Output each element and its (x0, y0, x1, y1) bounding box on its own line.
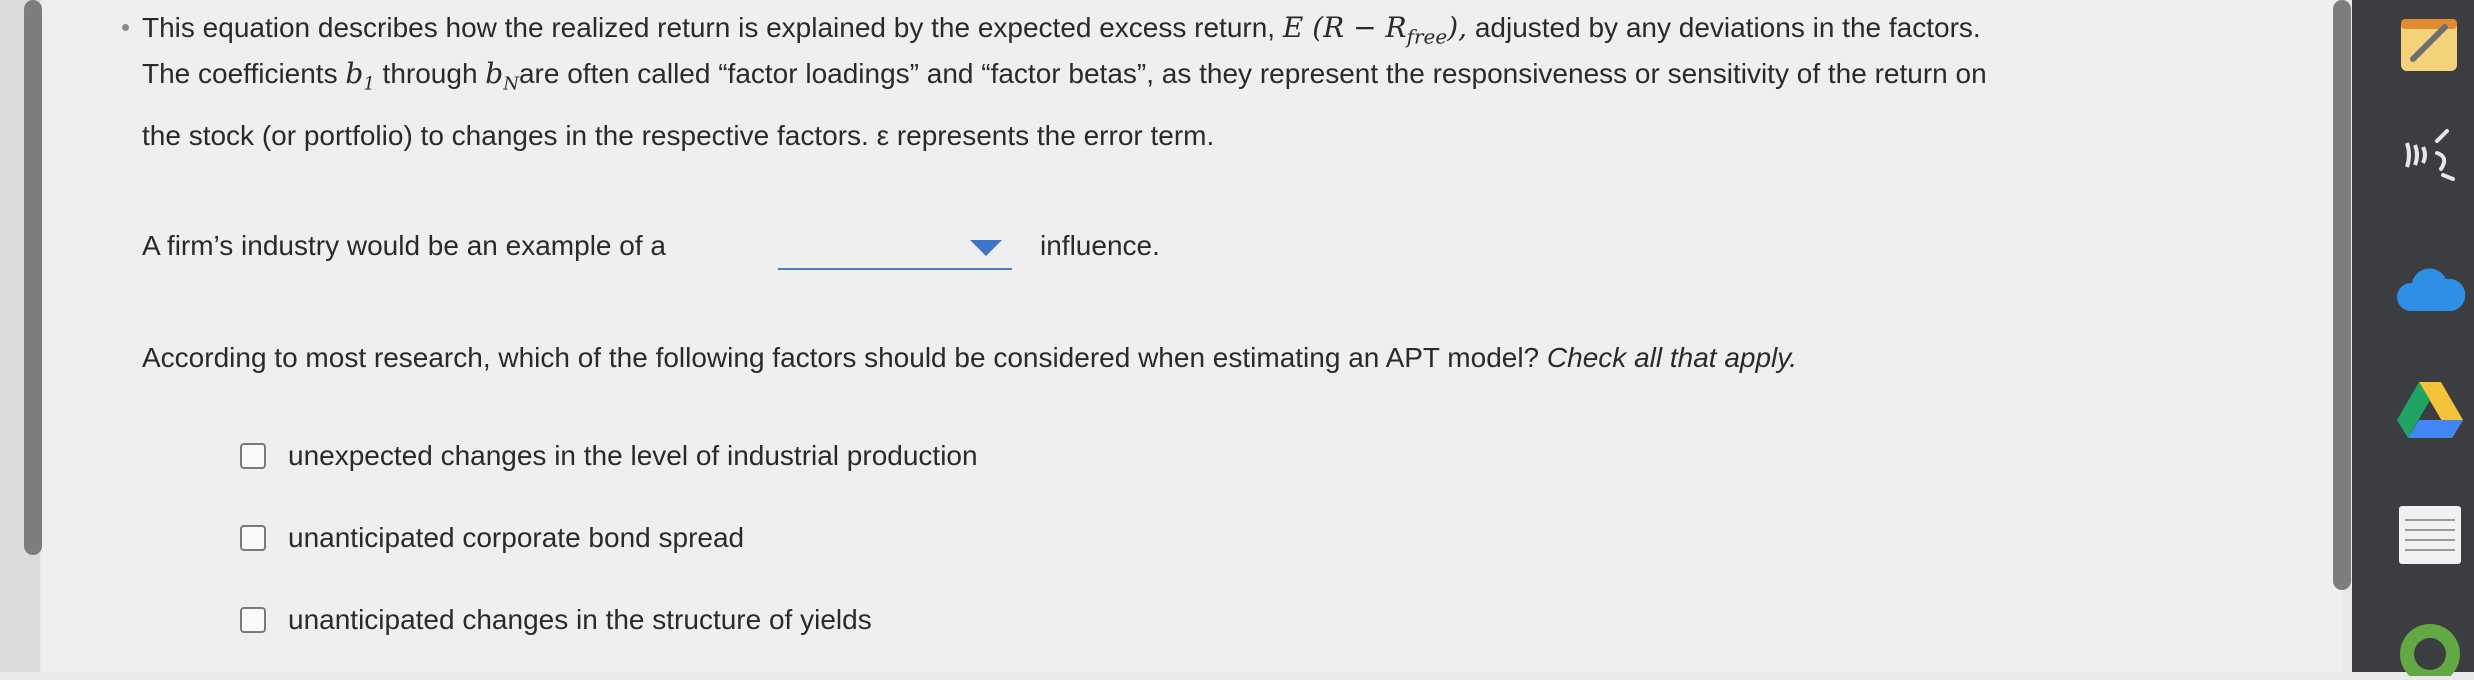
instruction-text: Check all that apply. (1546, 342, 1797, 373)
document-icon[interactable] (2392, 500, 2468, 570)
dropdown-arrow-icon[interactable] (970, 240, 1002, 256)
math-expression: E (R − Rfree), (1282, 11, 1468, 49)
drive-icon[interactable] (2392, 376, 2468, 446)
option-label: unexpected changes in the level of indus… (288, 440, 978, 471)
option-label: unanticipated corporate bond spread (288, 522, 745, 553)
wifi-scan-icon[interactable] (2392, 122, 2468, 192)
option-yield-structure[interactable]: unanticipated changes in the structure o… (240, 600, 872, 640)
influence-dropdown[interactable] (778, 232, 1012, 270)
checkbox[interactable] (240, 443, 266, 469)
notes-icon[interactable] (2392, 10, 2468, 80)
checkbox[interactable] (240, 607, 266, 633)
paragraph-line-3: the stock (or portfolio) to changes in t… (142, 120, 1215, 151)
checkbox[interactable] (240, 525, 266, 551)
question2-prompt: According to most research, which of the… (142, 342, 1797, 373)
paragraph-text: This equation describes how the realized… (142, 12, 1276, 43)
paragraph-line-2: The coefficients b1 through bNare often … (142, 57, 1987, 95)
bN-symbol: bN (485, 57, 519, 95)
question1-pre: A firm’s industry would be an example of… (142, 230, 666, 261)
option-bond-spread[interactable]: unanticipated corporate bond spread (240, 518, 744, 558)
paragraph-text: adjusted by any deviations in the factor… (1474, 12, 1981, 43)
question1-post: influence. (1040, 230, 1160, 261)
left-scrollbar[interactable] (24, 0, 42, 555)
green-app-icon[interactable] (2392, 610, 2468, 680)
option-label: unanticipated changes in the structure o… (288, 604, 872, 635)
dock (2352, 0, 2474, 672)
b1-symbol: b1 (345, 57, 375, 95)
bullet-icon (122, 24, 129, 31)
cloud-icon[interactable] (2392, 256, 2468, 326)
right-scrollbar[interactable] (2333, 0, 2351, 590)
option-industrial-production[interactable]: unexpected changes in the level of indus… (240, 436, 978, 476)
